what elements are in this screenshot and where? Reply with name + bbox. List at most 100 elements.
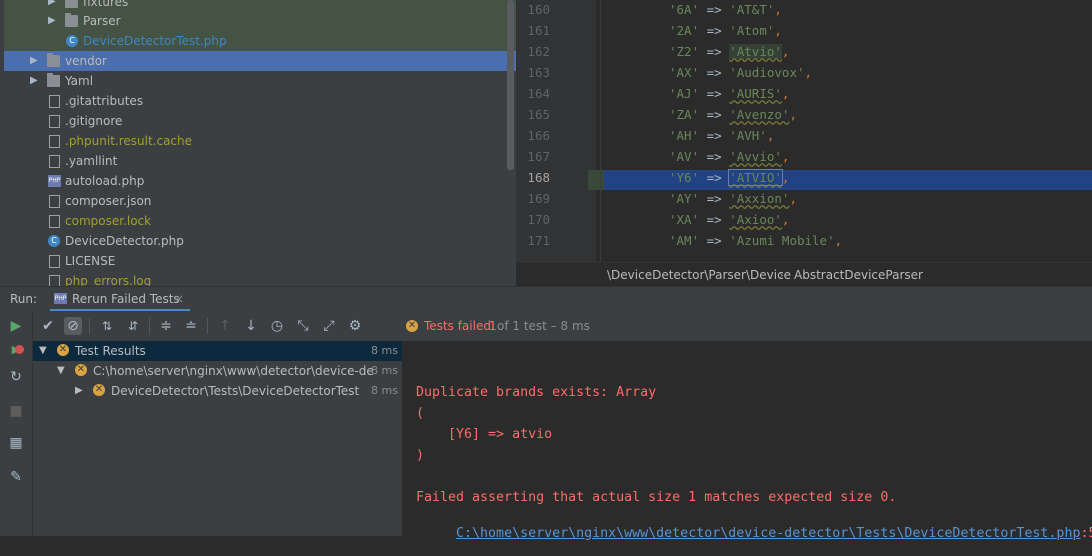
comma: , [804,65,813,80]
tree-item-label: composer.lock [65,214,152,228]
line-number: 167 [527,149,550,164]
sort-alpha-icon[interactable]: ⇅ [98,317,116,335]
result-label: DeviceDetector\Tests\DeviceDetectorTest [111,384,360,398]
comma: , [774,23,782,38]
tree-item-parser[interactable]: ▶ Parser [4,11,516,31]
tree-item-php-errors[interactable]: php_errors.log [4,271,516,286]
code-line: '2A' => 'Atom', [669,23,782,38]
tree-item-devicedetectortest[interactable]: C DeviceDetectorTest.php [4,31,516,51]
run-icon[interactable]: ▶ [7,317,25,335]
code-editor[interactable]: 160 '6A' => 'AT&T', 161 '2A' => 'Atom', 162 '… [516,0,1092,262]
test-class-row[interactable]: ▶ ✕ DeviceDetector\Tests\DeviceDetectorT… [33,381,402,401]
code-line: 'Y6' => 'ATVIO', [669,169,790,186]
chevron-down-icon: ▼ [39,345,47,356]
arrow-up-icon[interactable]: ↑ [216,317,234,335]
arrow-operator: => [706,2,722,17]
comma: , [781,44,790,59]
sort-duration-icon[interactable]: ⇵ [124,317,142,335]
close-icon[interactable]: × [174,287,184,312]
tree-item-composer-json[interactable]: composer.json [4,191,516,211]
file-icon [49,135,60,148]
php-test-icon: PHP [54,293,67,304]
console-line: Failed asserting that actual size 1 matc… [416,490,897,505]
show-passed-icon[interactable]: ✔ [39,317,57,335]
expand-all-icon[interactable]: ≑ [157,317,175,335]
tree-item-gitattributes[interactable]: .gitattributes [4,91,516,111]
tree-item-yaml[interactable]: ▶ Yaml [4,71,516,91]
tree-item-license[interactable]: LICENSE [4,251,516,271]
php-file-icon: PHP [48,175,61,187]
array-key: 'AV' [669,149,700,164]
toggle-auto-test-icon[interactable]: ↻ [7,368,25,386]
arrow-down-icon[interactable]: ↓ [242,317,260,335]
failed-icon: ✕ [75,364,87,376]
line-number: 168 [527,170,550,185]
line-number: 166 [527,128,550,143]
breadcrumb-class[interactable]: AbstractDeviceParser [794,263,923,287]
array-key: 'XA' [669,212,700,227]
array-value: 'Avenzo' [729,107,790,122]
code-line: 'AV' => 'Avvio', [669,149,789,164]
comma: , [789,107,797,122]
change-marker [588,170,604,190]
console-output[interactable]: Duplicate brands exists: Array ( [Y6] =>… [403,341,1092,541]
tab-rerun-failed-tests[interactable]: PHP Rerun Failed Tests × [50,287,190,312]
tree-item-yamllint[interactable]: .yamllint [4,151,516,171]
result-label: Test Results [75,344,146,358]
gear-icon[interactable]: ⚙ [346,317,364,335]
comma: , [781,86,790,101]
line-number: 169 [527,191,550,206]
tree-item-label: .phpunit.result.cache [65,134,193,148]
console-line: ( [416,406,425,421]
file-icon [49,195,60,208]
test-suite-row[interactable]: ▼ ✕ C:\home\server\nginx\www\detector\de… [33,361,402,381]
indent-guide [600,0,601,262]
code-line: '6A' => 'AT&T', [669,2,782,17]
breadcrumb-namespace[interactable]: \DeviceDetector\Parser\Device [607,263,791,287]
tree-item-devicedetector[interactable]: C DeviceDetector.php [4,231,516,251]
breadcrumb: \DeviceDetector\Parser\Device › Abstract… [516,262,1092,287]
tree-item-label: .gitattributes [65,94,144,108]
tree-item-label: Parser [83,14,121,28]
array-key: '2A' [669,23,700,38]
array-key: 'ZA' [669,107,700,122]
comma: , [766,128,775,143]
history-icon[interactable]: ◷ [268,317,286,335]
line-number: 162 [527,44,550,59]
chevron-down-icon: ▼ [57,365,65,376]
code-line: 'AX' => 'Audiovox', [669,65,812,80]
tree-item-label: Yaml [65,74,94,88]
folder-icon [47,73,60,87]
folder-icon [47,53,60,67]
run-toolbar: ✔ ⊘ ⇅ ⇵ ≑ ≐ ↑ ↓ ◷ ⤡ ⤢ ⚙ ✕ Tests failed: … [0,311,1092,342]
tree-item-vendor[interactable]: ▶ vendor [4,51,516,71]
pin-icon[interactable]: ✎ [7,468,25,486]
breadcrumb-separator: › [779,268,784,282]
line-number: :539 [1080,526,1092,541]
layout-icon[interactable]: ▦ [7,434,25,452]
tree-item-gitignore[interactable]: .gitignore [4,111,516,131]
comma: , [789,191,797,206]
line-number: 160 [527,2,550,17]
tree-item-phpunit-cache[interactable]: .phpunit.result.cache [4,131,516,151]
array-key: 'AJ' [669,86,700,101]
test-results-root[interactable]: ▼ ✕ Test Results 8 ms [33,341,402,361]
import-icon[interactable]: ⤡ [294,317,312,335]
tree-item-label: vendor [65,54,107,68]
file-link[interactable]: C:\home\server\nginx\www\detector\device… [456,526,1080,541]
show-ignored-icon[interactable]: ⊘ [64,317,82,335]
tree-item-composer-lock[interactable]: composer.lock [4,211,516,231]
arrow-operator: => [706,128,722,143]
tree-scrollbar[interactable] [507,0,514,170]
collapse-all-icon[interactable]: ≐ [182,317,200,335]
chevron-right-icon: ▶ [48,15,56,26]
export-icon[interactable]: ⤢ [320,317,338,335]
file-icon [49,215,60,228]
run-sidebar: ▶ ▶ ↻ ■ ▦ ✎ [0,311,33,536]
stop-icon[interactable]: ■ [7,402,25,420]
tree-item-autoload[interactable]: PHP autoload.php [4,171,516,191]
status-prefix: Tests failed: [424,319,495,333]
file-icon [49,115,60,128]
array-key: 'AH' [669,128,700,143]
comma: , [781,170,790,185]
